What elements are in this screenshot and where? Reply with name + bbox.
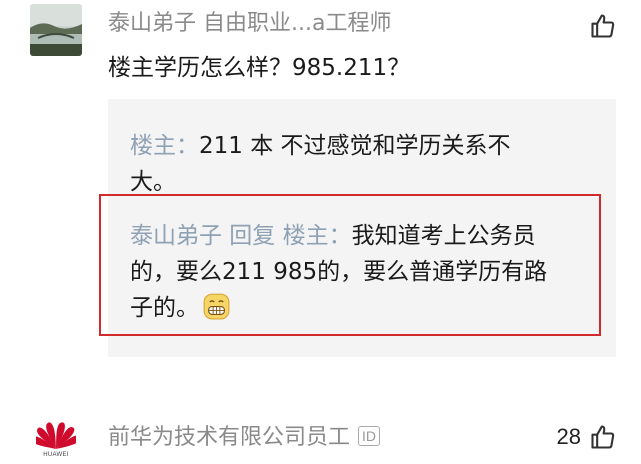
like-count: 28 — [556, 424, 581, 449]
logo-text: HUAWEI — [43, 452, 69, 458]
reply-author[interactable]: 楼主： — [130, 133, 199, 159]
reply-text: 211 本 不过感觉和学历关系不 — [199, 133, 511, 159]
username-text[interactable]: 前华为技术有限公司员工 — [108, 425, 350, 450]
reply-text: 大。 — [130, 169, 176, 195]
comment-username[interactable]: 前华为技术有限公司员工 ID — [108, 419, 381, 451]
thumbs-up-icon[interactable] — [589, 423, 617, 451]
huawei-logo[interactable]: HUAWEI — [36, 420, 76, 464]
highlight-box — [99, 194, 601, 336]
comment-text: 楼主学历怎么样？985.211？ — [108, 55, 411, 81]
avatar[interactable] — [30, 4, 82, 56]
thumbs-up-icon[interactable] — [589, 12, 617, 40]
id-badge: ID — [358, 426, 381, 446]
comment-username[interactable]: 泰山弟子 自由职业...a工程师 — [108, 5, 391, 37]
reply-item[interactable]: 楼主：211 本 不过感觉和学历关系不 大。 — [130, 128, 590, 200]
